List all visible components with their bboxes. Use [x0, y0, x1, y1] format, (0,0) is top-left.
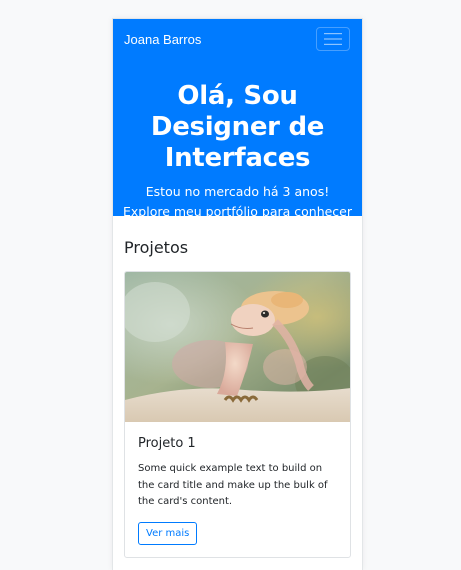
hero-jumbotron: Olá, Sou Designer de Interfaces Estou no… [113, 59, 362, 239]
ver-mais-button[interactable]: Ver mais [138, 521, 198, 545]
hero-title: Olá, Sou Designer de Interfaces [150, 81, 325, 173]
navbar-toggler-button[interactable] [316, 27, 350, 51]
hamburger-menu-icon [324, 33, 342, 45]
gecko-photo [125, 272, 350, 422]
projects-section: Projetos Projeto 1 Some quick example te… [113, 216, 362, 558]
card-text: Some quick example text to build on the … [138, 463, 328, 507]
navbar-brand[interactable]: Joana Barros [124, 32, 201, 47]
phone-viewport: Joana Barros Olá, Sou Designer de Interf… [112, 18, 363, 570]
card-body: Projeto 1 Some quick example text to bui… [125, 422, 350, 557]
card-title: Projeto 1 [138, 436, 196, 451]
navbar: Joana Barros [113, 19, 362, 59]
project-card: Projeto 1 Some quick example text to bui… [124, 271, 351, 558]
